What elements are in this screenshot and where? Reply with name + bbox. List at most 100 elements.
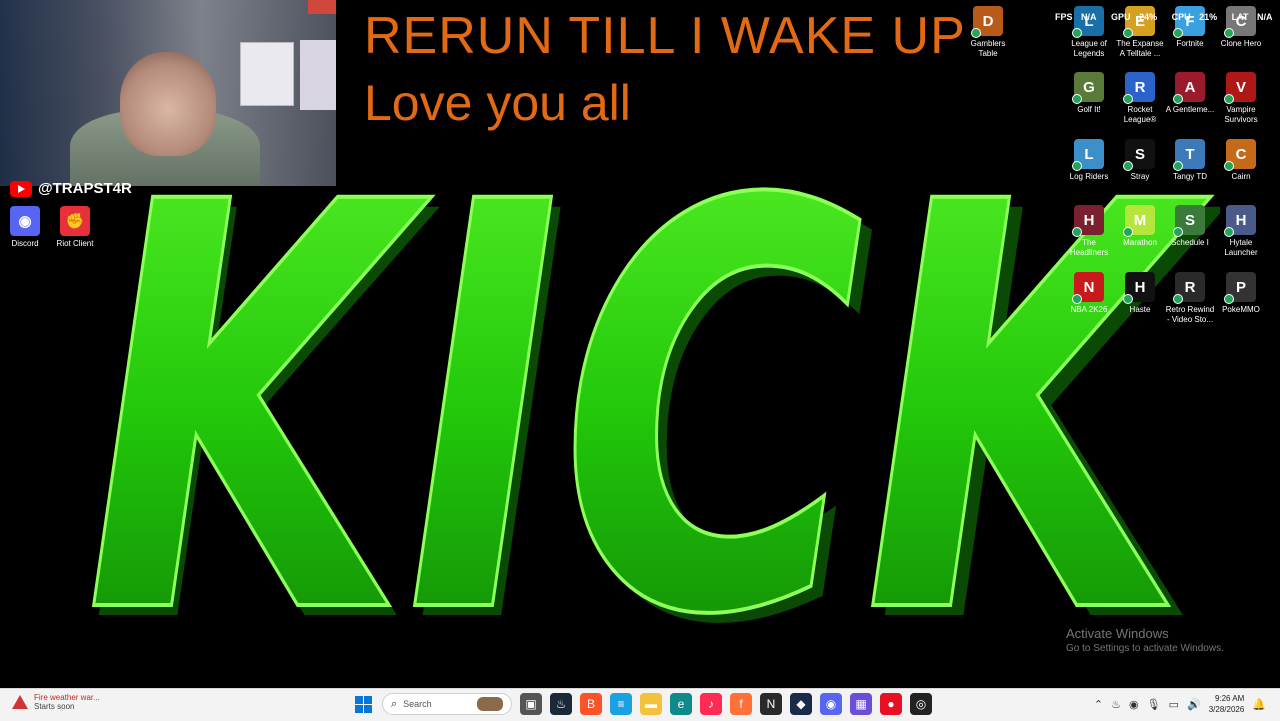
desktop-shortcut-right-12[interactable]: C Cairn [1216,139,1266,182]
taskbar-obs-button[interactable]: ◎ [910,693,932,715]
system-tray: ⌃ ♨ ◉ 🎙 ▭ 🔊 9:26 AM 3/28/2026 🔔 [1094,693,1266,715]
fps-value: N/A [1081,12,1097,22]
desktop-icon-label: Riot Client [56,239,94,248]
cpu-value: 21% [1199,12,1218,22]
taskbar-edge-button[interactable]: e [670,693,692,715]
taskbar-nvidia-button[interactable]: N [760,693,782,715]
gpu-value: 24% [1139,12,1158,22]
performance-overlay: FPS N/A GPU 24% CPU 21% LAT N/A [1055,12,1280,22]
steam-icon: ♨ [555,697,567,711]
app-icon: C [1224,139,1256,171]
brave-icon: B [586,697,595,711]
weather-widget[interactable]: Fire weather war... Starts soon [12,693,100,711]
start-button[interactable] [352,693,374,715]
network-tray-icon[interactable]: ◉ [1129,698,1139,711]
taskbar-task-view-button[interactable]: ▣ [520,693,542,715]
windows-icon [354,695,372,713]
taskbar-red-app-button[interactable]: ● [880,693,902,715]
desktop-shortcut-right-0[interactable]: D Gamblers Table [963,6,1013,59]
taskbar: Fire weather war... Starts soon ⌕ Search… [0,688,1280,721]
webcam-overlay [0,0,336,186]
taskbar-grid-app-button[interactable]: ▦ [850,693,872,715]
desktop-icon-label: Golf It! [1077,105,1101,114]
fps-label: FPS [1055,12,1073,22]
app-icon: H [1123,272,1155,304]
nvidia-icon: N [766,697,776,711]
desktop-shortcut-right-11[interactable]: T Tangy TD [1165,139,1215,182]
clock-time: 9:26 AM [1214,694,1245,703]
streamer-head [120,52,216,156]
desktop-shortcut-right-15[interactable]: S Schedule I [1165,205,1215,248]
discord-icon: ◉ [10,206,40,236]
notepad-icon: ≡ [617,697,625,711]
desktop-shortcut-right-9[interactable]: L Log Riders [1064,139,1114,182]
chevron-up-icon[interactable]: ⌃ [1094,698,1103,711]
desktop-shortcut-left-0[interactable]: ◉ Discord [0,206,50,249]
app-icon: A [1173,72,1205,104]
taskbar-steam-button[interactable]: ♨ [550,693,572,715]
desktop-icon-label: Tangy TD [1172,172,1208,181]
lat-label: LAT [1231,12,1249,22]
desktop-icon-label: Gamblers Table [970,39,1006,58]
taskbar-firefox-button[interactable]: f [730,693,752,715]
weather-subtitle: Starts soon [34,702,75,711]
desktop-icon-label: Hytale Launcher [1224,238,1258,257]
grid-app-icon: ▦ [855,697,867,711]
desktop-shortcut-right-5[interactable]: G Golf It! [1064,72,1114,115]
desktop-shortcut-right-13[interactable]: H The Headliners [1064,205,1114,258]
taskbar-search[interactable]: ⌕ Search [382,693,512,715]
desktop-icon-label: Fortnite [1176,39,1204,48]
desktop-icon-label: Vampire Survivors [1224,105,1258,124]
cpu-label: CPU [1171,12,1191,22]
app-dark-icon: ◆ [796,697,806,711]
desktop-shortcut-right-17[interactable]: N NBA 2K26 [1064,272,1114,315]
volume-icon[interactable]: 🔊 [1187,698,1201,711]
app-icon: N [1072,272,1104,304]
taskbar-tiktok-button[interactable]: ♪ [700,693,722,715]
kick-logo-text: KICK [85,160,1214,660]
desktop-shortcut-left-1[interactable]: ✊ Riot Client [50,206,100,249]
desktop-icon-label: Log Riders [1069,172,1109,181]
taskbar-apps: ⌕ Search ▣ ♨ B ≡ ▬ e ♪ f N ◆ ◉ ▦ ● ◎ [352,693,932,715]
app-icon: H [1072,205,1104,237]
gpu-label: GPU [1111,12,1131,22]
desktop-icon-label: Clone Hero [1220,39,1262,48]
app-icon: R [1173,272,1205,304]
clock[interactable]: 9:26 AM 3/28/2026 [1209,693,1245,715]
app-icon: L [1072,139,1104,171]
search-highlight-icon [477,697,503,711]
taskbar-discord-button[interactable]: ◉ [820,693,842,715]
app-icon: M [1123,205,1155,237]
desktop-icon-label: Retro Rewind - Video Sto... [1165,305,1215,324]
desktop-shortcut-right-7[interactable]: AA Gentleme... [1165,72,1215,115]
desktop-icon-label: Haste [1129,305,1151,314]
taskbar-notepad-button[interactable]: ≡ [610,693,632,715]
warning-icon [12,695,28,709]
desktop-shortcut-right-16[interactable]: H Hytale Launcher [1216,205,1266,258]
notification-bell-icon[interactable]: 🔔 [1252,698,1266,711]
taskbar-brave-button[interactable]: B [580,693,602,715]
app-icon: S [1173,205,1205,237]
desktop-icon-label: Schedule I [1171,238,1209,247]
desktop-icon-label: Stray [1130,172,1150,181]
search-placeholder: Search [403,699,432,709]
desktop-shortcut-right-6[interactable]: R Rocket League® [1115,72,1165,125]
desktop-shortcut-right-19[interactable]: R Retro Rewind - Video Sto... [1165,272,1215,325]
activate-title: Activate Windows [1066,626,1169,641]
kick-logo: KICK KICK [83,160,1220,660]
display-icon[interactable]: ▭ [1169,698,1179,711]
lat-value: N/A [1257,12,1273,22]
desktop-shortcut-right-10[interactable]: S Stray [1115,139,1165,182]
tiktok-icon: ♪ [708,697,714,711]
microphone-icon[interactable]: 🎙 [1147,698,1161,711]
app-icon: V [1224,72,1256,104]
taskbar-file-explorer-button[interactable]: ▬ [640,693,662,715]
desktop-shortcut-right-14[interactable]: M Marathon [1115,205,1165,248]
desktop-icon-label: The Headliners [1069,238,1109,257]
desktop-shortcut-right-18[interactable]: H Haste [1115,272,1165,315]
youtube-icon [10,180,32,197]
steam-tray-icon[interactable]: ♨ [1111,698,1121,711]
taskbar-app-dark-button[interactable]: ◆ [790,693,812,715]
desktop-shortcut-right-8[interactable]: V Vampire Survivors [1216,72,1266,125]
desktop-shortcut-right-20[interactable]: P PokeMMO [1216,272,1266,315]
